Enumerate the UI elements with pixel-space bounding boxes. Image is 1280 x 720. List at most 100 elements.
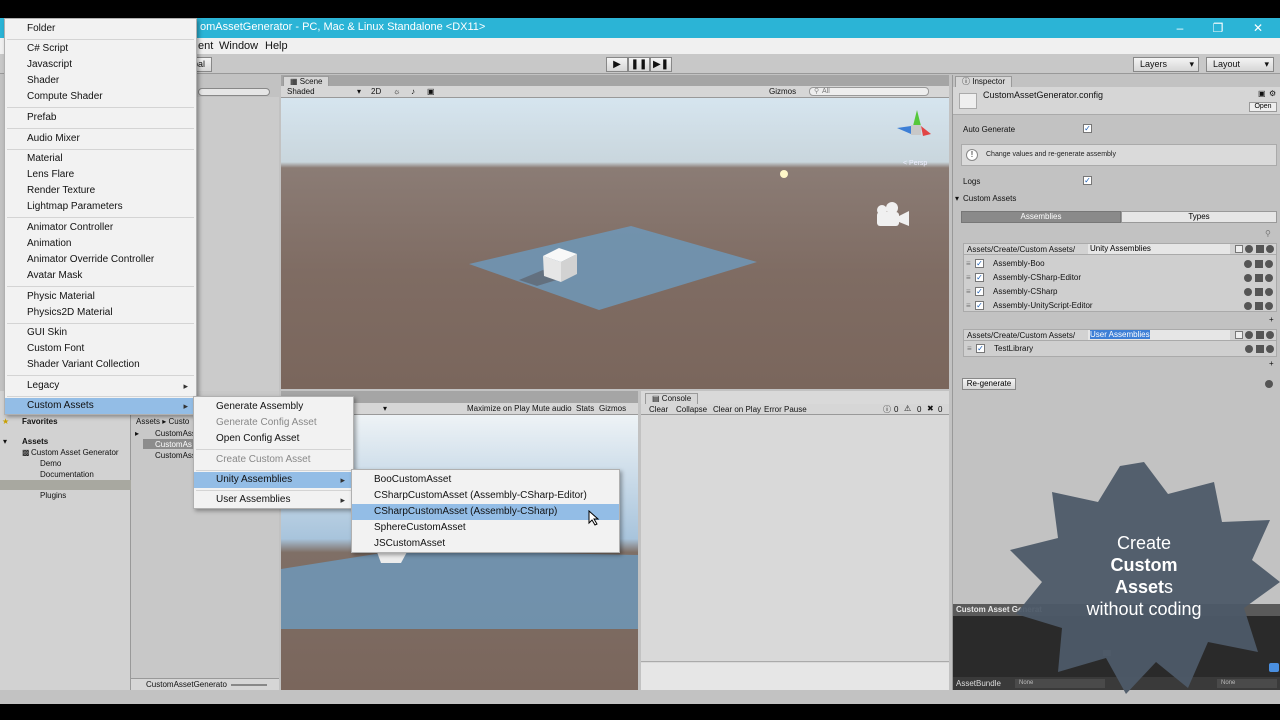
tree-item-documentation[interactable]: Documentation bbox=[40, 470, 94, 479]
list1-name-input[interactable]: Unity Assemblies bbox=[1088, 244, 1230, 254]
item-eye-icon[interactable] bbox=[1265, 302, 1273, 310]
menu-item-js-custom-asset[interactable]: JSCustomAsset bbox=[352, 536, 619, 552]
icon-size-slider[interactable] bbox=[231, 684, 267, 686]
drag-handle-icon[interactable]: ≡ bbox=[967, 344, 972, 353]
item-settings-icon[interactable] bbox=[1245, 345, 1253, 353]
list1-add-button[interactable]: + bbox=[1269, 315, 1274, 324]
tab-inspector[interactable]: ⓘ Inspector bbox=[955, 76, 1013, 87]
play-button[interactable]: ▶ bbox=[606, 57, 628, 72]
regenerate-button[interactable]: Re-generate bbox=[962, 378, 1016, 390]
close-icon[interactable]: ✕ bbox=[1250, 20, 1266, 36]
item-settings-icon[interactable] bbox=[1244, 302, 1252, 310]
menu-item-prefab[interactable]: Prefab bbox=[5, 110, 196, 126]
menu-item-csharp-script[interactable]: C# Script bbox=[5, 41, 196, 57]
2d-toggle[interactable]: 2D bbox=[371, 87, 381, 96]
menu-item-shader-variant-collection[interactable]: Shader Variant Collection bbox=[5, 357, 196, 373]
light-icon[interactable]: ☼ bbox=[393, 87, 400, 96]
menu-item-animator-override-controller[interactable]: Animator Override Controller bbox=[5, 252, 196, 268]
item-checkbox[interactable]: ✓ bbox=[975, 273, 984, 282]
persp-label[interactable]: < Persp bbox=[903, 160, 927, 167]
clear-on-play-toggle[interactable]: Clear on Play bbox=[713, 405, 761, 414]
drag-handle-icon[interactable]: ≡ bbox=[966, 259, 971, 268]
open-button[interactable]: Open bbox=[1249, 102, 1277, 112]
menu-item-lightmap-parameters[interactable]: Lightmap Parameters bbox=[5, 199, 196, 215]
drag-handle-icon[interactable]: ≡ bbox=[966, 301, 971, 310]
menu-item-physics2d-material[interactable]: Physics2D Material bbox=[5, 305, 196, 321]
tab-console[interactable]: ▤ Console bbox=[645, 393, 699, 404]
menu-item-csharp-custom-asset[interactable]: CSharpCustomAsset (Assembly-CSharp) bbox=[352, 504, 619, 520]
menu-item-open-config-asset[interactable]: Open Config Asset bbox=[194, 431, 353, 447]
gear-icon[interactable]: ⚙ bbox=[1269, 89, 1276, 98]
item-eye-icon[interactable] bbox=[1265, 274, 1273, 282]
file-item[interactable]: CustomAss bbox=[155, 429, 196, 438]
expand-icon[interactable]: ▾ bbox=[3, 437, 7, 446]
breadcrumb[interactable]: Assets ▸ Custo bbox=[136, 417, 189, 426]
list2-eye-icon[interactable] bbox=[1266, 331, 1274, 339]
item-settings-icon[interactable] bbox=[1244, 260, 1252, 268]
menu-item-custom-font[interactable]: Custom Font bbox=[5, 341, 196, 357]
menu-help[interactable]: Help bbox=[265, 40, 288, 52]
stats-toggle[interactable]: Stats bbox=[576, 404, 594, 413]
menu-item-animation[interactable]: Animation bbox=[5, 236, 196, 252]
item-copy-icon[interactable] bbox=[1255, 274, 1263, 282]
game-gizmos-dropdown[interactable]: Gizmos bbox=[599, 404, 626, 413]
menu-item-legacy[interactable]: Legacy ▸ bbox=[5, 378, 196, 394]
help-icon[interactable]: ▣ bbox=[1258, 89, 1266, 98]
auto-generate-checkbox[interactable]: ✓ bbox=[1083, 124, 1092, 133]
favorites-label[interactable]: Favorites bbox=[22, 417, 58, 426]
tab-assemblies[interactable]: Assemblies bbox=[961, 211, 1121, 223]
list-item[interactable]: ≡ ✓ Assembly-CSharp bbox=[963, 285, 1277, 299]
audio-icon[interactable]: ♪ bbox=[411, 87, 415, 96]
warning-icon[interactable]: ⚠ bbox=[904, 404, 911, 413]
maximize-on-play-toggle[interactable]: Maximize on Play bbox=[467, 404, 530, 413]
file-item[interactable]: CustomAs bbox=[155, 440, 192, 449]
item-checkbox[interactable]: ✓ bbox=[976, 344, 985, 353]
file-item[interactable]: CustomAss bbox=[155, 451, 196, 460]
menu-item-shader[interactable]: Shader bbox=[5, 73, 196, 89]
menu-item-animator-controller[interactable]: Animator Controller bbox=[5, 220, 196, 236]
sun-icon[interactable] bbox=[780, 170, 788, 178]
item-copy-icon[interactable] bbox=[1256, 345, 1264, 353]
list1-toggle[interactable] bbox=[1235, 245, 1243, 253]
drag-handle-icon[interactable]: ≡ bbox=[966, 287, 971, 296]
list-item[interactable]: ≡ ✓ Assembly-UnityScript-Editor bbox=[963, 299, 1277, 313]
list-item[interactable]: ≡ ✓ Assembly-Boo bbox=[963, 257, 1277, 271]
camera-icon[interactable] bbox=[877, 202, 909, 226]
collapse-toggle[interactable]: Collapse bbox=[676, 405, 707, 414]
menu-item-gui-skin[interactable]: GUI Skin bbox=[5, 325, 196, 341]
item-settings-icon[interactable] bbox=[1244, 288, 1252, 296]
list2-copy-icon[interactable] bbox=[1256, 331, 1264, 339]
shading-dropdown[interactable]: Shaded bbox=[287, 87, 315, 96]
menu-item-custom-assets[interactable]: Custom Assets ▸ bbox=[5, 398, 196, 414]
menu-item-javascript[interactable]: Javascript bbox=[5, 57, 196, 73]
item-checkbox[interactable]: ✓ bbox=[975, 287, 984, 296]
list2-settings-icon[interactable] bbox=[1245, 331, 1253, 339]
minimize-icon[interactable]: – bbox=[1172, 20, 1188, 36]
pause-button[interactable]: ❚❚ bbox=[628, 57, 650, 72]
tab-types[interactable]: Types bbox=[1121, 211, 1277, 223]
error-icon[interactable]: ✖ bbox=[927, 404, 934, 413]
item-eye-icon[interactable] bbox=[1265, 260, 1273, 268]
item-settings-icon[interactable] bbox=[1244, 274, 1252, 282]
step-button[interactable]: ▶❚ bbox=[650, 57, 672, 72]
layers-dropdown[interactable]: Layers ▾ bbox=[1133, 57, 1199, 72]
foldout-icon[interactable]: ▾ bbox=[955, 194, 959, 203]
menu-item-compute-shader[interactable]: Compute Shader bbox=[5, 89, 196, 105]
menu-item-audio-mixer[interactable]: Audio Mixer bbox=[5, 131, 196, 147]
item-eye-icon[interactable] bbox=[1265, 288, 1273, 296]
maximize-icon[interactable]: ❐ bbox=[1210, 20, 1226, 36]
orientation-gizmo-icon[interactable] bbox=[897, 110, 931, 136]
layout-dropdown[interactable]: Layout ▾ bbox=[1206, 57, 1274, 72]
list1-copy-icon[interactable] bbox=[1256, 245, 1264, 253]
menu-item-csharp-custom-asset-editor[interactable]: CSharpCustomAsset (Assembly-CSharp-Edito… bbox=[352, 488, 619, 504]
scene-view[interactable]: < Persp bbox=[281, 98, 949, 389]
menu-item-sphere-custom-asset[interactable]: SphereCustomAsset bbox=[352, 520, 619, 536]
drag-handle-icon[interactable]: ≡ bbox=[966, 273, 971, 282]
tree-item-custom-asset-generator[interactable]: Custom Asset Generator bbox=[31, 448, 119, 457]
item-copy-icon[interactable] bbox=[1255, 288, 1263, 296]
tree-item-selected[interactable] bbox=[0, 480, 131, 490]
menu-item-boo-custom-asset[interactable]: BooCustomAsset bbox=[352, 472, 619, 488]
error-pause-toggle[interactable]: Error Pause bbox=[764, 405, 807, 414]
menu-item-lens-flare[interactable]: Lens Flare bbox=[5, 167, 196, 183]
hierarchy-search-input[interactable] bbox=[198, 88, 270, 96]
